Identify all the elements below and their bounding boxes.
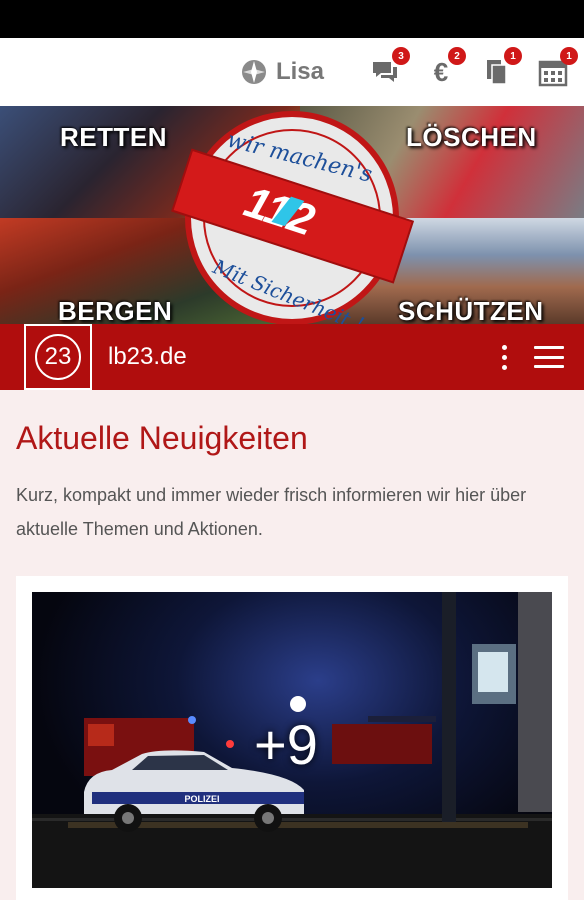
logo-23: 23: [35, 334, 81, 380]
more-vertical-icon[interactable]: [494, 342, 514, 372]
messages-button[interactable]: 3: [368, 47, 410, 89]
banner-label-loeschen: LÖSCHEN: [406, 122, 537, 152]
main-content: Aktuelle Neuigkeiten Kurz, kompakt und i…: [0, 390, 584, 900]
site-title[interactable]: lb23.de: [108, 343, 494, 371]
hamburger-icon[interactable]: [534, 346, 564, 368]
news-card[interactable]: POLIZEI +9: [16, 576, 568, 900]
more-photos-count: +9: [254, 713, 318, 776]
user-account[interactable]: Lisa: [240, 58, 324, 86]
calendar-badge: 1: [560, 47, 578, 65]
lb23-logo-icon: [241, 60, 266, 84]
documents-button[interactable]: 1: [480, 47, 522, 89]
home-logo-button[interactable]: 23: [24, 324, 92, 390]
nav-bar: 23 lb23.de: [0, 324, 584, 390]
header-banner: RETTEN LÖSCHEN BERGEN SCHÜTZEN 112 wir m…: [0, 106, 584, 324]
news-gallery-image[interactable]: POLIZEI +9: [32, 592, 552, 888]
banner-label-schuetzen: SCHÜTZEN: [398, 296, 544, 324]
banner-label-retten: RETTEN: [60, 122, 167, 152]
payments-button[interactable]: € 2: [424, 47, 466, 89]
banner-label-bergen: BERGEN: [58, 296, 173, 324]
page-title: Aktuelle Neuigkeiten: [16, 420, 308, 456]
user-name: Lisa: [275, 58, 324, 85]
police-label: POLIZEI: [184, 794, 219, 804]
documents-badge: 1: [504, 47, 522, 65]
svg-text:€: €: [434, 57, 448, 87]
payments-badge: 2: [448, 47, 466, 65]
safety-seal-logo: 112 wir machen's Mit Sicherheit !: [171, 111, 414, 324]
status-bar: [0, 0, 584, 38]
messages-badge: 3: [392, 47, 410, 65]
calendar-button[interactable]: 1: [536, 47, 578, 89]
intro-text: Kurz, kompakt und immer wieder frisch in…: [16, 485, 527, 539]
top-bar: Lisa 3 € 2 1 1: [0, 38, 584, 106]
